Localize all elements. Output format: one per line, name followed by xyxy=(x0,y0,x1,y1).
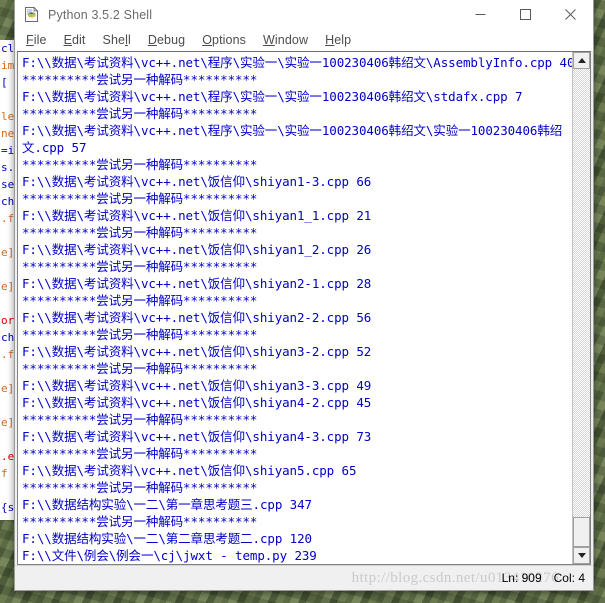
menu-item-shell[interactable]: Shell xyxy=(103,33,131,47)
status-bar: http://blog.csdn.net/u013410276 Ln: 909 … xyxy=(15,565,593,590)
window-controls xyxy=(458,0,593,29)
shell-text-region: F:\\数据\考试资料\vc++.net\程序\实验一\实验一100230406… xyxy=(17,51,591,565)
menu-item-options[interactable]: Options xyxy=(202,33,246,47)
scrollbar-track[interactable] xyxy=(573,69,590,547)
menu-item-file[interactable]: File xyxy=(26,33,47,47)
status-column-number: Col: 4 xyxy=(553,571,585,585)
scrollbar-thumb[interactable] xyxy=(573,517,590,547)
status-indicators: Ln: 909 Col: 4 xyxy=(502,571,587,585)
menu-item-help[interactable]: Help xyxy=(325,33,351,47)
status-line-number: Ln: 909 xyxy=(501,571,542,585)
scroll-up-arrow-icon xyxy=(577,58,586,63)
screen: cl im [ ] le ne =i s. se ch .f e] e] or … xyxy=(0,0,605,603)
scroll-up-button[interactable] xyxy=(573,52,590,69)
menu-item-edit[interactable]: Edit xyxy=(64,33,86,47)
menu-item-window[interactable]: Window xyxy=(263,33,308,47)
title-bar[interactable]: Python 3.5.2 Shell xyxy=(15,0,593,29)
close-button[interactable] xyxy=(548,0,593,29)
vertical-scrollbar[interactable] xyxy=(572,52,590,564)
window-title: Python 3.5.2 Shell xyxy=(48,7,153,22)
idle-python-document-icon xyxy=(23,6,40,23)
shell-output-text: F:\\数据\考试资料\vc++.net\程序\实验一\实验一100230406… xyxy=(22,54,572,564)
shell-output-area[interactable]: F:\\数据\考试资料\vc++.net\程序\实验一\实验一100230406… xyxy=(18,52,572,564)
scroll-down-button[interactable] xyxy=(573,547,590,564)
menu-item-debug[interactable]: Debug xyxy=(148,33,185,47)
menu-bar: File Edit Shell Debug Options Window Hel… xyxy=(15,29,593,51)
shell-output-body: F:\\数据\考试资料\vc++.net\程序\实验一\实验一100230406… xyxy=(22,55,572,563)
minimize-button[interactable] xyxy=(458,0,503,29)
scroll-down-arrow-icon xyxy=(577,553,586,558)
maximize-button[interactable] xyxy=(503,0,548,29)
python-shell-window: Python 3.5.2 Shell File Edit Shell Debug… xyxy=(14,0,594,591)
